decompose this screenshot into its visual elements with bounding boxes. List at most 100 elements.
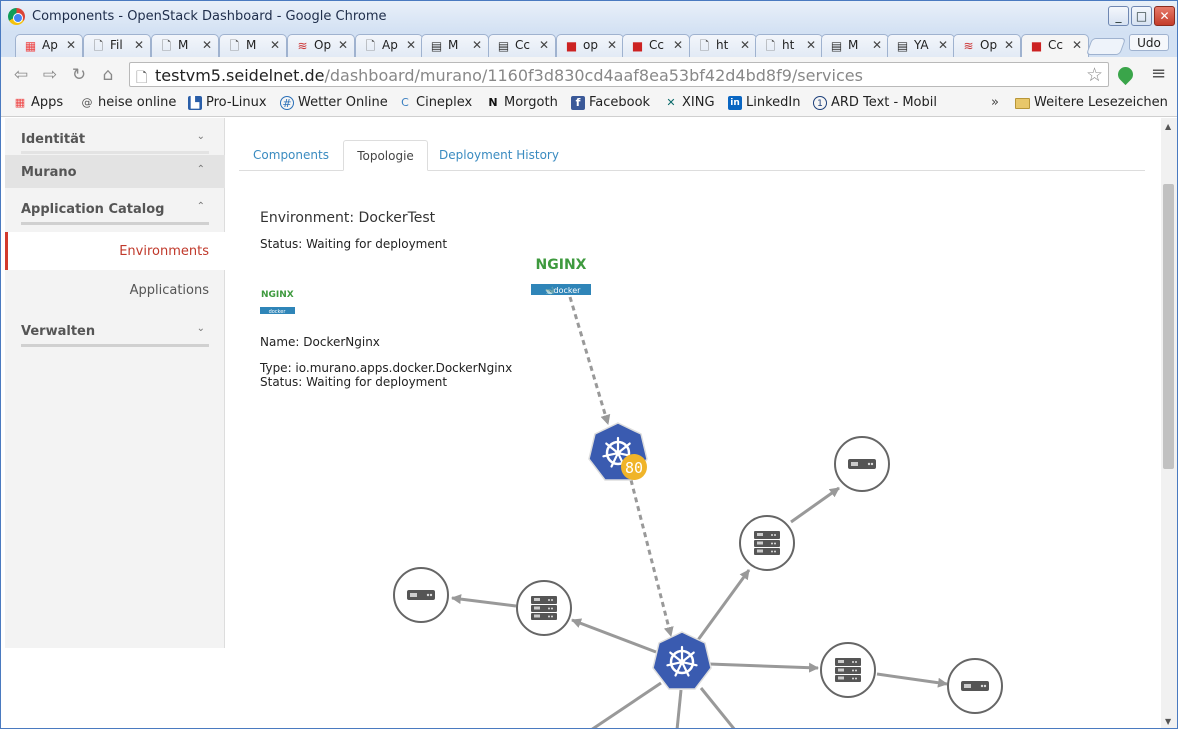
bookmark-label: heise online — [98, 95, 177, 110]
bookmarks-folder[interactable]: Weitere Lesezeichen — [1015, 95, 1168, 110]
forward-icon[interactable]: ⇨ — [40, 65, 60, 85]
bookmark-linkedin[interactable]: in LinkedIn — [728, 95, 800, 113]
tab-label: Cc — [515, 38, 530, 52]
close-tab-icon[interactable]: ✕ — [938, 38, 948, 52]
close-tab-icon[interactable]: ✕ — [338, 38, 348, 52]
minimize-button[interactable]: _ — [1108, 6, 1129, 26]
close-tab-icon[interactable]: ✕ — [270, 38, 280, 52]
tab-strip: ▦ Ap ✕ 🗋 Fil ✕ 🗋 M ✕ 🗋 M ✕ ≋ Op ✕ 🗋 Ap ✕ ▤ M ✕ ▤ Cc ✕ ■ o… — [1, 32, 1177, 57]
server-node[interactable] — [516, 580, 572, 636]
browser-window: Components - OpenStack Dashboard - Googl… — [0, 0, 1178, 729]
bookmark-facebook[interactable]: f Facebook — [571, 95, 650, 113]
browser-tab[interactable]: ▤ YA ✕ — [887, 34, 955, 57]
close-tab-icon[interactable]: ✕ — [872, 38, 882, 52]
browser-tab[interactable]: 🗋 Fil ✕ — [83, 34, 151, 57]
browser-tab[interactable]: ▦ Ap ✕ — [15, 34, 83, 57]
calc-icon: ▤ — [430, 39, 443, 53]
n-icon: N — [488, 96, 498, 109]
page-icon: 🗋 — [161, 39, 172, 53]
close-tab-icon[interactable]: ✕ — [740, 38, 750, 52]
browser-tab[interactable]: 🗋 M ✕ — [219, 34, 287, 57]
close-tab-icon[interactable]: ✕ — [406, 38, 416, 52]
bookmark-cineplex[interactable]: C Cineplex — [398, 95, 472, 113]
chrome-menu-icon[interactable]: ≡ — [1151, 65, 1166, 83]
page-scrollbar[interactable]: ▲ ▼ — [1161, 118, 1177, 728]
facebook-icon: f — [571, 96, 585, 110]
edge-offscreen — [591, 681, 662, 728]
bookmarks-overflow-button[interactable]: » — [991, 95, 999, 110]
close-button[interactable]: ✕ — [1154, 6, 1175, 26]
folder-icon — [1015, 98, 1030, 109]
close-tab-icon[interactable]: ✕ — [66, 38, 76, 52]
tab-label: YA — [914, 38, 929, 52]
close-tab-icon[interactable]: ✕ — [607, 38, 617, 52]
close-tab-icon[interactable]: ✕ — [1072, 38, 1082, 52]
back-icon[interactable]: ⇦ — [11, 65, 31, 85]
nginx-docker-app-node[interactable]: NGINX docker 🐋 — [531, 257, 591, 295]
browser-toolbar: ⇦ ⇨ ↻ ⌂ 🗋 testvm5.seidelnet.de/dashboard… — [1, 57, 1177, 91]
kubernetes-pod-node[interactable]: 80 — [588, 422, 648, 481]
edge-node-to-minion — [790, 486, 840, 524]
close-tab-icon[interactable]: ✕ — [539, 38, 549, 52]
browser-tab[interactable]: 🗋 Ap ✕ — [355, 34, 423, 57]
home-icon[interactable]: ⌂ — [98, 65, 118, 85]
browser-tab[interactable]: ■ op ✕ — [556, 34, 624, 57]
edge-node-to-minion — [451, 594, 517, 608]
topology-graph: NGINX docker 🐋 80 — [393, 257, 1003, 728]
bookmark-wetter[interactable]: # Wetter Online — [280, 95, 388, 113]
scroll-thumb[interactable] — [1163, 184, 1174, 469]
browser-tab[interactable]: 🗋 M ✕ — [151, 34, 219, 57]
apps-grid-icon: ▦ — [14, 96, 26, 109]
title-bar: Components - OpenStack Dashboard - Googl… — [1, 1, 1177, 32]
edge-app-to-port — [568, 296, 611, 425]
server-node[interactable] — [739, 515, 795, 571]
minion-node[interactable] — [393, 567, 449, 623]
bookmark-label: XING — [682, 95, 715, 110]
browser-tab[interactable]: 🗋 ht ✕ — [755, 34, 823, 57]
new-tab-button[interactable] — [1085, 38, 1127, 55]
server-rack-icon — [835, 658, 861, 682]
browser-tab[interactable]: ≋ Op ✕ — [287, 34, 355, 57]
reload-icon[interactable]: ↻ — [69, 65, 89, 85]
browser-tab[interactable]: ▤ M ✕ — [421, 34, 489, 57]
browser-tab-active[interactable]: ■ Cc ✕ — [1021, 34, 1089, 57]
address-bar[interactable]: 🗋 testvm5.seidelnet.de/dashboard/murano/… — [129, 62, 1109, 87]
browser-tab[interactable]: ▤ M ✕ — [821, 34, 889, 57]
page-icon: 🗋 — [93, 39, 104, 53]
extension-icon[interactable] — [1114, 63, 1137, 86]
bookmark-heise[interactable]: @ heise online — [80, 95, 177, 113]
close-tab-icon[interactable]: ✕ — [202, 38, 212, 52]
bookmark-ard[interactable]: 1 ARD Text - Mobil — [813, 95, 937, 113]
server-node[interactable] — [820, 642, 876, 698]
close-tab-icon[interactable]: ✕ — [806, 38, 816, 52]
kubernetes-cluster-node[interactable] — [652, 631, 712, 690]
cineplex-icon: C — [401, 96, 409, 109]
browser-tab[interactable]: ≋ Op ✕ — [953, 34, 1021, 57]
bookmark-apps[interactable]: ▦ Apps — [13, 95, 63, 113]
calc-icon: ▤ — [896, 39, 909, 53]
profile-button[interactable]: Udo — [1129, 34, 1169, 51]
xing-icon: ✕ — [666, 96, 676, 109]
red-square-icon: ■ — [1030, 39, 1043, 53]
close-tab-icon[interactable]: ✕ — [134, 38, 144, 52]
bookmark-xing[interactable]: ✕ XING — [664, 95, 715, 113]
minion-node[interactable] — [834, 436, 890, 492]
chrome-logo-icon — [8, 8, 25, 25]
bookmark-label: LinkedIn — [746, 95, 801, 110]
browser-tab[interactable]: ▤ Cc ✕ — [488, 34, 556, 57]
bookmark-prolinux[interactable]: ▙ Pro-Linux — [188, 95, 267, 113]
red-square-icon: ■ — [565, 39, 578, 53]
bookmark-morgoth[interactable]: N Morgoth — [486, 95, 557, 113]
close-tab-icon[interactable]: ✕ — [673, 38, 683, 52]
close-tab-icon[interactable]: ✕ — [472, 38, 482, 52]
scroll-up-icon[interactable]: ▲ — [1165, 122, 1171, 131]
linkedin-icon: in — [728, 96, 742, 110]
bookmark-star-icon[interactable]: ☆ — [1086, 64, 1103, 86]
close-tab-icon[interactable]: ✕ — [1004, 38, 1014, 52]
browser-tab[interactable]: ■ Cc ✕ — [622, 34, 690, 57]
bookmark-label: Facebook — [589, 95, 651, 110]
minion-node[interactable] — [947, 658, 1003, 714]
scroll-down-icon[interactable]: ▼ — [1165, 717, 1171, 726]
maximize-button[interactable]: □ — [1131, 6, 1152, 26]
browser-tab[interactable]: 🗋 ht ✕ — [689, 34, 757, 57]
